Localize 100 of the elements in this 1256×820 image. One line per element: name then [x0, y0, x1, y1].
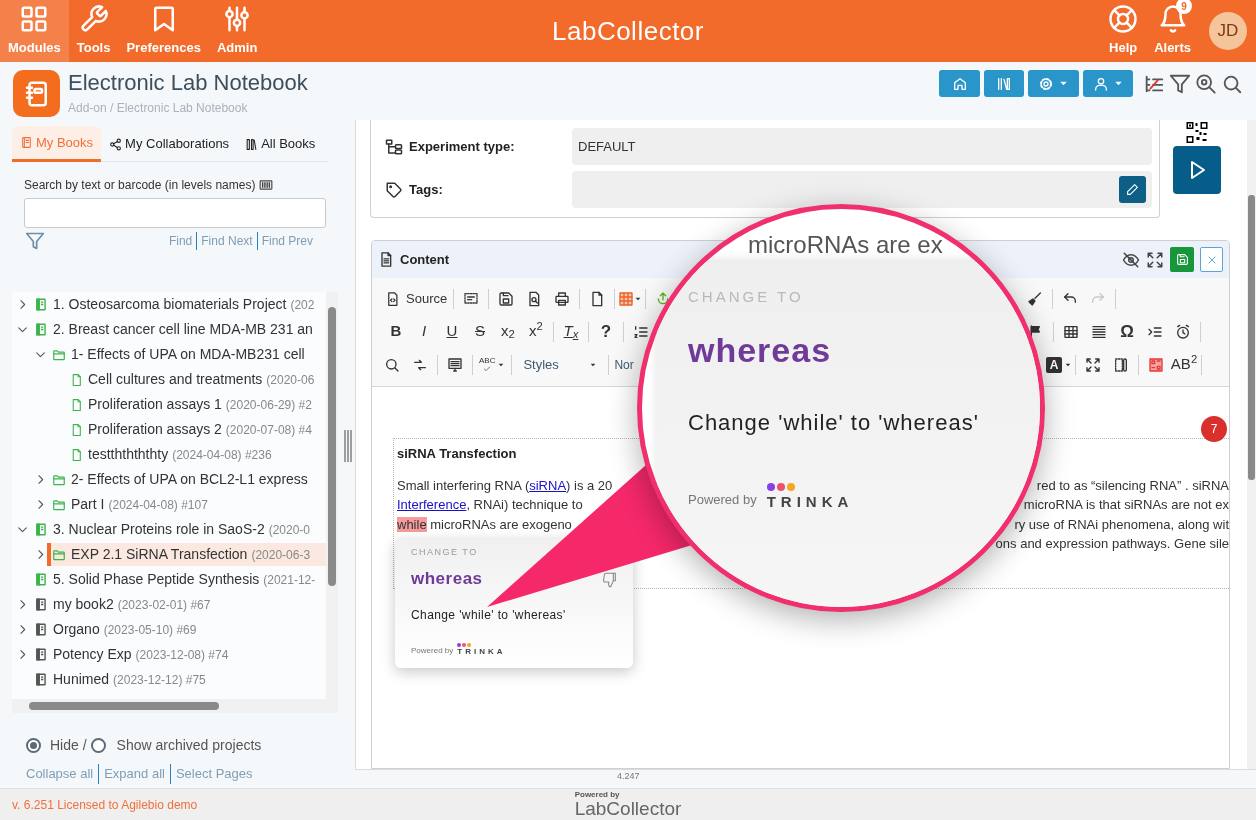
highlighted-word[interactable]: while: [397, 516, 427, 532]
sidebar-tab[interactable]: My Collaborations: [101, 126, 238, 162]
tree-item[interactable]: Potency Exp (2023-12-08) #74: [29, 643, 326, 666]
numbered-list-icon[interactable]: [633, 323, 649, 340]
tree-item-label: testththththty: [88, 445, 169, 464]
splitter-handle[interactable]: [344, 430, 352, 462]
superscript-button[interactable]: x$^{2}$: [522, 318, 550, 345]
save-button[interactable]: [1170, 247, 1194, 272]
tree-item-label: EXP 2.1 SiRNA Transfection: [71, 545, 248, 564]
tree-item-label: Organo: [53, 620, 100, 639]
tree-item[interactable]: 2- Effects of UPA on BCL2-L1 express: [47, 468, 326, 491]
radio-button[interactable]: [26, 738, 41, 753]
paragraph-text: while microRNAs are exogeno: [397, 515, 572, 534]
scroll-thumb[interactable]: [1248, 195, 1255, 480]
tree-item[interactable]: Proliferation assays 2 (2020-07-08) #4: [65, 418, 326, 441]
block-icon[interactable]: [447, 356, 463, 373]
tree-item-meta: (202: [290, 296, 315, 314]
tree-item-meta: (2023-12-08) #74: [135, 646, 229, 664]
user-button[interactable]: [1083, 70, 1133, 97]
select-all-icon[interactable]: [463, 290, 480, 307]
tree-item[interactable]: 1. Osteosarcoma biomaterials Project (202: [29, 293, 326, 316]
tree-item[interactable]: my book2 (2023-02-01) #67: [29, 593, 326, 616]
italic-button[interactable]: I: [410, 318, 438, 345]
text-link[interactable]: siRNA: [529, 477, 567, 493]
table-icon[interactable]: [1063, 323, 1079, 340]
home-icon: [951, 75, 968, 92]
tree-item-label: Potency Exp: [53, 645, 132, 664]
suggestion-message: Change 'while' to 'whereas': [411, 607, 566, 624]
search-field[interactable]: [24, 198, 326, 228]
books-button[interactable]: [984, 70, 1024, 97]
paragraph-text: Interference, RNAi) technique to: [397, 496, 583, 514]
strikethrough-button[interactable]: S: [466, 318, 494, 345]
eye-off-icon[interactable]: [1122, 250, 1140, 269]
tree-item[interactable]: EXP 2.1 SiRNA Transfection (2020-06-3: [47, 543, 326, 566]
field-value[interactable]: DEFAULT: [572, 128, 1152, 165]
edit-button[interactable]: [1119, 176, 1146, 203]
vertical-scrollbar[interactable]: [326, 292, 338, 699]
hierarchy-icon: [385, 137, 403, 156]
save-icon: [1175, 253, 1189, 266]
spellcheck-button[interactable]: ABC: [476, 351, 509, 378]
issue-count-badge[interactable]: 7: [1201, 416, 1227, 442]
format-dropdown[interactable]: Nor: [612, 352, 634, 377]
tree-item[interactable]: 1- Effects of UPA on MDA-MB231 cell: [47, 343, 326, 366]
text-color-button[interactable]: A: [1046, 352, 1072, 377]
underline-button[interactable]: U: [438, 318, 466, 345]
bold-button[interactable]: B: [382, 318, 410, 345]
tree-item-label: 2- Effects of UPA on BCL2-L1 express: [71, 470, 308, 489]
show-blocks-icon[interactable]: [1113, 356, 1129, 373]
search-label: Search by text or barcode (in levels names): [24, 177, 256, 194]
tree-item[interactable]: Hunimed (2023-12-12) #75: [29, 668, 326, 691]
expand-icon[interactable]: [1146, 250, 1164, 269]
search-icon[interactable]: [384, 356, 400, 373]
popup-heading: CHANGE TO: [411, 546, 478, 559]
field-label: Tags:: [409, 180, 443, 199]
help-button[interactable]: ?: [592, 318, 620, 345]
radio-button[interactable]: [90, 738, 106, 753]
play-button[interactable]: [1173, 146, 1221, 194]
magnified-text: microRNAs are ex: [748, 230, 943, 260]
folder-icon: [52, 472, 66, 487]
source-button[interactable]: Source: [382, 285, 451, 312]
thumbs-down-icon[interactable]: [602, 572, 618, 588]
home-button[interactable]: [939, 70, 980, 97]
special-character-button[interactable]: Ω: [1113, 318, 1141, 345]
close-button[interactable]: [1200, 247, 1223, 272]
alarm-clock-icon[interactable]: [1175, 323, 1191, 340]
clear-format-button[interactable]: T$_{x}$: [557, 318, 585, 345]
tree-item[interactable]: 3. Nuclear Proteins role in SaoS-2 (2020-0: [29, 518, 326, 541]
filter-icon[interactable]: [1169, 72, 1191, 95]
scroll-thumb[interactable]: [328, 307, 336, 586]
suggested-word[interactable]: whereas: [688, 324, 832, 376]
styles-dropdown[interactable]: Styles: [515, 352, 606, 377]
print-icon[interactable]: [554, 290, 571, 307]
dots-icon: [457, 643, 472, 647]
scroll-thumb[interactable]: [29, 702, 219, 710]
tree-item[interactable]: testththththty (2024-04-08) #236: [65, 443, 326, 466]
uppercase-button[interactable]: AB$^{2}$: [1170, 351, 1198, 378]
tag-icon: [385, 180, 403, 199]
source-icon: [385, 290, 400, 307]
tree-item[interactable]: Cell cultures and treatments (2020-06: [65, 368, 326, 391]
subscript-button[interactable]: x$_{2}$: [494, 318, 522, 345]
tree-item[interactable]: Proliferation assays 1 (2020-06-29) #2: [65, 393, 326, 416]
tree-item[interactable]: Part I (2024-04-08) #107: [47, 493, 326, 516]
horizontal-line-icon[interactable]: [1091, 323, 1107, 340]
save-icon[interactable]: [498, 290, 515, 307]
zoom-search-icon[interactable]: [1195, 72, 1217, 95]
settings-button[interactable]: [1028, 70, 1079, 97]
field-value[interactable]: [572, 171, 1152, 208]
suggested-word[interactable]: whereas: [411, 565, 483, 591]
user-avatar[interactable]: JD: [1209, 12, 1247, 50]
horizontal-scrollbar[interactable]: [12, 699, 338, 713]
filter-icon[interactable]: [24, 231, 46, 251]
tree-item-meta: (2020-06-3: [251, 546, 311, 564]
sidebar-tab[interactable]: All Books: [237, 126, 324, 162]
brush-icon[interactable]: [1027, 290, 1043, 307]
breadcrumb: Add-on / Electronic Lab Notebook: [68, 100, 249, 117]
tree-item[interactable]: 2. Breast cancer cell line MDA-MB 231 an: [29, 318, 326, 341]
tree-item[interactable]: Organo (2023-05-10) #69: [29, 618, 326, 641]
vertical-scrollbar[interactable]: [1247, 120, 1256, 769]
maximize-icon[interactable]: [1085, 356, 1101, 373]
tree-item[interactable]: 5. Solid Phase Peptide Synthesis (2021-12-: [29, 568, 326, 591]
